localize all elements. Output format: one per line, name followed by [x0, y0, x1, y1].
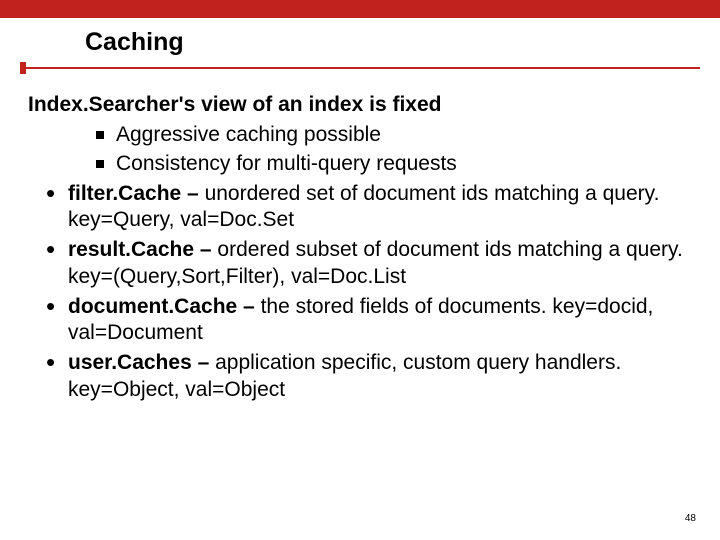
content-heading: Index.Searcher's view of an index is fix… — [28, 92, 688, 118]
bullet-term: filter.Cache – — [68, 182, 205, 205]
bullet-term: document.Cache – — [68, 295, 261, 318]
underline-line — [20, 67, 700, 69]
bullet-term: user.Caches – — [68, 351, 215, 374]
title-underline — [20, 66, 700, 72]
list-item: document.Cache – the stored fields of do… — [46, 294, 688, 351]
page-number: 48 — [685, 513, 696, 524]
slide-title: Caching — [85, 28, 184, 57]
list-item: result.Cache – ordered subset of documen… — [46, 237, 688, 294]
top-accent-bar — [0, 0, 720, 18]
main-bullet-list: filter.Cache – unordered set of document… — [28, 181, 688, 407]
list-item: Aggressive caching possible — [96, 122, 688, 150]
slide: Caching Index.Searcher's view of an inde… — [0, 0, 720, 540]
sub-bullet-list: Aggressive caching possible Consistency … — [28, 122, 688, 179]
list-item: filter.Cache – unordered set of document… — [46, 181, 688, 238]
bullet-term: result.Cache – — [68, 238, 217, 261]
content-area: Index.Searcher's view of an index is fix… — [28, 92, 688, 407]
list-item: Consistency for multi-query requests — [96, 151, 688, 179]
list-item: user.Caches – application specific, cust… — [46, 350, 688, 407]
